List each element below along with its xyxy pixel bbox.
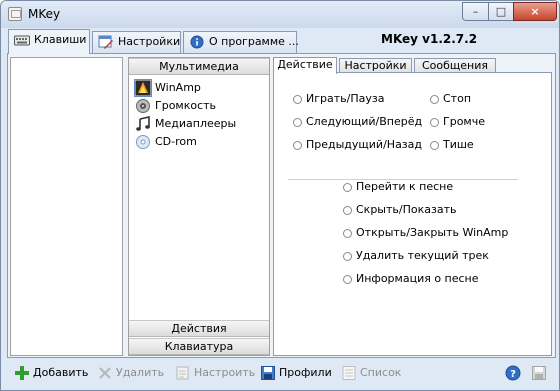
tab-action[interactable]: Действие — [273, 57, 337, 74]
cd-icon — [136, 135, 150, 149]
radio-song-info[interactable]: Информация о песне — [343, 272, 479, 286]
radio-go-to-song[interactable]: Перейти к песне — [343, 180, 453, 194]
radio-next[interactable]: Следующий/Вперёд — [293, 115, 422, 129]
key-bindings-list[interactable] — [10, 57, 123, 356]
category-item-label: Громкость — [155, 99, 217, 112]
version-label: MKey v1.2.7.2 — [381, 32, 478, 46]
music-note-icon — [136, 116, 150, 131]
bottom-toolbar: Добавить Удалить Настроить Профили Списо… — [1, 361, 559, 390]
speaker-icon — [136, 99, 150, 113]
category-panel: Мультимедиа WinAmp Громкость Медиаплееры — [128, 57, 270, 356]
tab-about[interactable]: О программе ... — [183, 31, 299, 53]
winamp-icon — [134, 79, 152, 97]
radio-show-hide[interactable]: Скрыть/Показать — [343, 203, 456, 217]
configure-button[interactable]: Настроить — [175, 363, 255, 383]
radio-open-close-winamp[interactable]: Открыть/Закрыть WinAmp — [343, 226, 508, 240]
save-icon[interactable] — [531, 365, 547, 381]
profiles-button[interactable]: Профили — [260, 363, 332, 383]
action-panel: Действие Настройки Сообщения Играть/Пауз… — [273, 57, 552, 356]
category-item-label: WinAmp — [155, 81, 201, 94]
tab-keys-label: Клавиши — [34, 33, 87, 46]
configure-icon — [176, 366, 189, 380]
radio-delete-track[interactable]: Удалить текущий трек — [343, 249, 489, 263]
section-keyboard-header[interactable]: Клавиатура — [129, 338, 269, 355]
tab-settings[interactable]: Настройки — [92, 31, 181, 53]
radio-previous[interactable]: Предыдущий/Назад — [293, 138, 422, 152]
help-icon[interactable]: ? — [505, 365, 521, 381]
action-content: Играть/Пауза Следующий/Вперёд Предыдущий… — [273, 72, 552, 356]
keyboard-icon — [14, 35, 30, 46]
radio-volume-up[interactable]: Громче — [430, 115, 485, 129]
category-item-winamp[interactable]: WinAmp — [134, 79, 201, 97]
radio-play-pause[interactable]: Играть/Пауза — [293, 92, 384, 106]
category-item-volume[interactable]: Громкость — [135, 97, 216, 115]
category-item-label: CD-rom — [155, 135, 197, 148]
list-label: Список — [360, 366, 402, 379]
tab-messages[interactable]: Сообщения — [414, 58, 496, 73]
delete-button[interactable]: Удалить — [97, 363, 164, 383]
add-button[interactable]: Добавить — [14, 363, 88, 383]
add-icon — [15, 366, 29, 380]
title-bar[interactable]: MKey – □ × — [1, 1, 559, 28]
maximize-button[interactable]: □ — [488, 2, 514, 21]
tab-settings-label: Настройки — [118, 35, 181, 48]
section-actions-header[interactable]: Действия — [129, 320, 269, 337]
profiles-label: Профили — [279, 366, 332, 379]
main-window: MKey – □ × Клавиши Настройки О программе… — [0, 0, 560, 391]
info-icon — [190, 35, 204, 49]
svg-text:?: ? — [510, 369, 516, 380]
window-title: MKey — [28, 7, 61, 21]
delete-label: Удалить — [116, 366, 165, 379]
app-icon — [8, 7, 22, 21]
tab-keys[interactable]: Клавиши — [8, 29, 90, 54]
delete-icon — [99, 367, 111, 379]
list-button[interactable]: Список — [341, 363, 401, 383]
configure-label: Настроить — [194, 366, 256, 379]
close-button[interactable]: × — [513, 2, 557, 21]
category-item-cd-rom[interactable]: CD-rom — [135, 133, 197, 151]
add-label: Добавить — [33, 366, 89, 379]
category-item-label: Медиаплееры — [155, 117, 237, 130]
section-multimedia-header[interactable]: Мультимедиа — [129, 58, 269, 75]
floppy-disk-icon — [261, 366, 275, 380]
minimize-button[interactable]: – — [462, 2, 489, 21]
category-item-media-players[interactable]: Медиаплееры — [135, 115, 236, 133]
list-icon — [342, 366, 356, 380]
radio-stop[interactable]: Стоп — [430, 92, 471, 106]
tab-action-settings[interactable]: Настройки — [339, 58, 412, 73]
settings-tools-icon — [98, 35, 113, 49]
tab-about-label: О программе ... — [209, 35, 299, 48]
radio-volume-down[interactable]: Тише — [430, 138, 474, 152]
